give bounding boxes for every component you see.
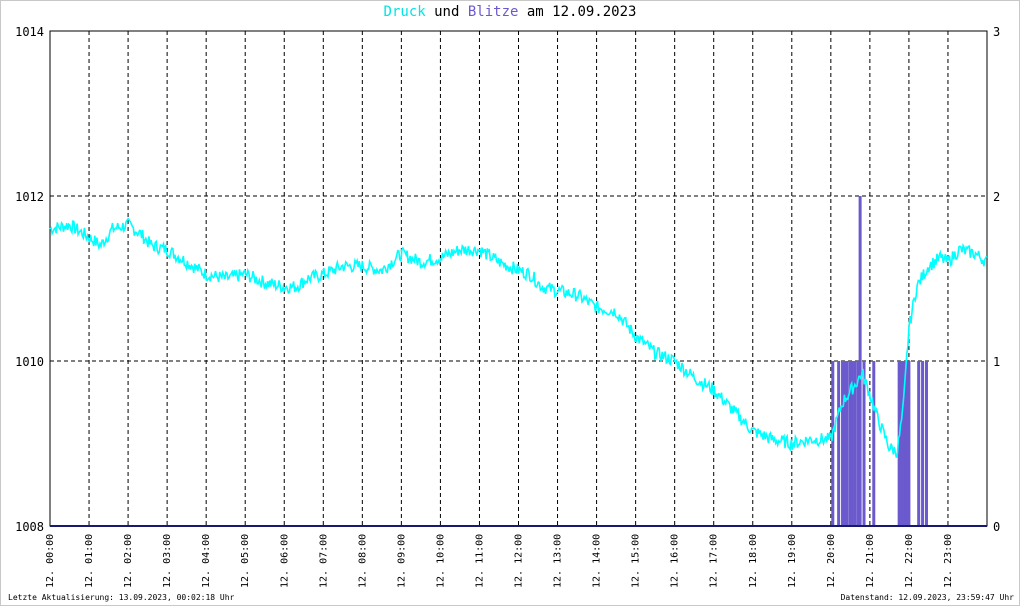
x-tick-label: 12. 12:00 — [514, 534, 525, 588]
x-tick-label: 12. 09:00 — [396, 534, 407, 588]
x-tick-label: 12. 07:00 — [318, 534, 329, 588]
x-tick-label: 12. 08:00 — [357, 534, 368, 588]
x-tick-label: 12. 00:00 — [45, 534, 56, 588]
x-tick-label: 12. 02:00 — [123, 534, 134, 588]
x-tick-label: 12. 17:00 — [709, 534, 720, 588]
x-tick-label: 12. 21:00 — [865, 534, 876, 588]
pressure-lightning-chart: 1008 1010 1012 1014 0 1 2 3 12. 00:00 12. 01:00 12… — [15, 25, 1000, 588]
y-left-tick-label: 1014 — [15, 25, 44, 39]
x-tick-label: 12. 01:00 — [84, 534, 95, 588]
x-tick-label: 12. 05:00 — [240, 534, 251, 588]
x-tick-label: 12. 10:00 — [435, 534, 446, 588]
data-status-label: Datenstand: 12.09.2023, 23:59:47 Uhr — [840, 593, 1014, 602]
x-tick-label: 12. 14:00 — [592, 534, 603, 588]
x-tick-label: 12. 20:00 — [826, 534, 837, 588]
x-tick-label: 12. 23:00 — [943, 534, 954, 588]
x-tick-label: 12. 11:00 — [474, 534, 485, 588]
y-right-tick-label: 3 — [993, 25, 1000, 39]
y-right-tick-label: 1 — [993, 355, 1000, 369]
x-tick-label: 12. 15:00 — [631, 534, 642, 588]
x-tick-label: 12. 03:00 — [162, 534, 173, 588]
x-tick-label: 12. 06:00 — [279, 534, 290, 588]
x-tick-label: 12. 16:00 — [670, 534, 681, 588]
y-left-tick-label: 1010 — [15, 355, 44, 369]
last-update-label: Letzte Aktualisierung: 13.09.2023, 00:02… — [8, 593, 235, 602]
x-tick-label: 12. 18:00 — [748, 534, 759, 588]
y-right-tick-label: 0 — [993, 520, 1000, 534]
x-tick-label: 12. 19:00 — [787, 534, 798, 588]
x-tick-label: 12. 22:00 — [904, 534, 915, 588]
y-left-tick-label: 1008 — [15, 520, 44, 534]
y-right-tick-label: 2 — [993, 190, 1000, 204]
x-tick-label: 12. 13:00 — [553, 534, 564, 588]
x-tick-label: 12. 04:00 — [201, 534, 212, 588]
y-left-tick-label: 1012 — [15, 190, 44, 204]
